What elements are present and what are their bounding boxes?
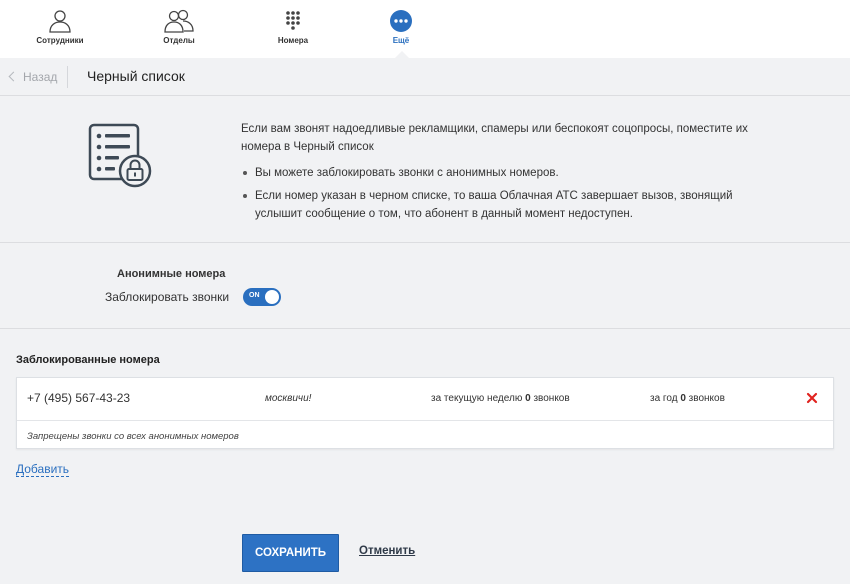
year-count: 0 (680, 393, 686, 404)
blacklist-lock-icon (88, 123, 152, 188)
nav-item-employees[interactable]: Сотрудники (5, 0, 115, 58)
table-row: +7 (495) 567-43-23 москвичи! за текущую … (17, 378, 833, 421)
section-divider (0, 328, 850, 329)
top-navigation: Сотрудники Отделы Номера Ещё (0, 0, 850, 58)
info-bullet: Вы можете заблокировать звонки с анонимн… (241, 164, 781, 182)
blocked-section-title: Заблокированные номера (16, 354, 160, 366)
nav-item-departments[interactable]: Отделы (124, 0, 234, 58)
info-intro: Если вам звонят надоедливые рекламщики, … (241, 123, 748, 153)
block-calls-toggle[interactable]: ON (243, 288, 281, 306)
week-count: 0 (525, 393, 531, 404)
back-button[interactable]: Назад (8, 69, 57, 85)
cancel-button[interactable]: Отменить (359, 545, 415, 557)
nav-item-numbers[interactable]: Номера (238, 0, 348, 58)
users-group-icon (164, 9, 194, 33)
section-divider (0, 242, 850, 243)
more-dots-icon (390, 10, 412, 32)
year-prefix: за год (650, 393, 678, 404)
nav-item-label: Сотрудники (36, 36, 84, 45)
number-note: москвичи! (265, 393, 312, 404)
year-suffix: звонков (688, 393, 725, 404)
chevron-left-icon (8, 71, 19, 82)
dialpad-icon (286, 11, 300, 30)
info-bullet: Если номер указан в черном списке, то ва… (241, 187, 781, 223)
anonymous-section-title: Анонимные номера (117, 268, 226, 280)
divider (67, 66, 68, 88)
year-calls-stat: за год 0 звонков (650, 393, 725, 404)
sub-header: Назад Черный список (0, 58, 850, 96)
toggle-knob (265, 290, 279, 304)
nav-item-more[interactable]: Ещё (346, 0, 456, 58)
delete-icon[interactable] (806, 392, 818, 404)
blocked-numbers-table: +7 (495) 567-43-23 москвичи! за текущую … (16, 377, 834, 449)
user-icon (49, 10, 71, 33)
week-calls-stat: за текущую неделю 0 звонков (431, 393, 570, 404)
week-prefix: за текущую неделю (431, 393, 523, 404)
add-number-link[interactable]: Добавить (16, 462, 70, 477)
anonymous-blocked-note: Запрещены звонки со всех анонимных номер… (27, 431, 239, 442)
nav-item-label: Номера (277, 36, 309, 45)
block-calls-label: Заблокировать звонки (105, 290, 230, 304)
week-suffix: звонков (533, 393, 570, 404)
nav-item-label: Ещё (392, 36, 410, 45)
back-label: Назад (23, 70, 58, 84)
info-text: Если вам звонят надоедливые рекламщики, … (241, 120, 781, 228)
save-button[interactable]: СОХРАНИТЬ (242, 534, 339, 572)
nav-item-label: Отделы (163, 36, 195, 45)
phone-number: +7 (495) 567-43-23 (27, 391, 131, 405)
page-title: Черный список (87, 68, 185, 84)
info-bullets: Вы можете заблокировать звонки с анонимн… (241, 164, 781, 223)
toggle-text: ON (249, 292, 260, 299)
active-tab-caret (395, 51, 409, 58)
